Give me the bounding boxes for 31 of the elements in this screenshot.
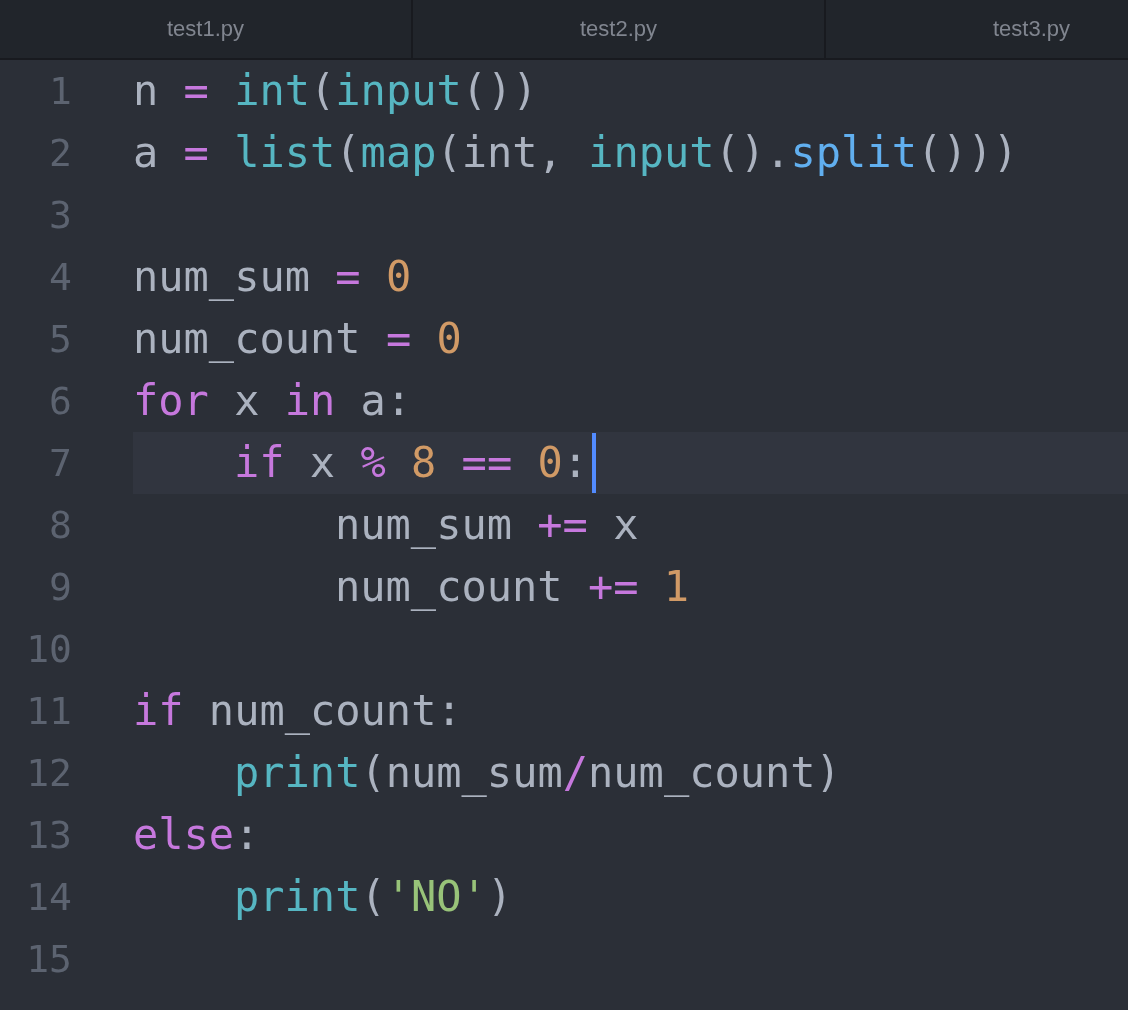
code-line: num_count = 0 [133,313,462,365]
line-number: 12 [25,751,72,795]
line-number: 13 [25,813,72,857]
code-line: print('NO') [234,871,513,923]
line-number: 10 [25,627,72,671]
code-line: if num_count: [133,685,462,737]
line-number: 14 [25,875,72,919]
line-number: 5 [48,317,72,361]
code-line: for x in a: [133,375,412,427]
line-number: 7 [48,441,72,485]
text-cursor [592,433,597,493]
line-number: 11 [25,689,72,733]
file-tab[interactable]: test3.py [826,0,1128,58]
line-number: 15 [25,937,72,981]
code-line: n = int(input()) [133,65,538,117]
line-number: 4 [48,255,72,299]
code-line: num_sum += x [335,499,639,551]
file-tab[interactable]: test1.py [0,0,413,58]
line-number: 6 [48,379,72,423]
code-line: a = list(map(int, input().split())) [133,127,1019,179]
line-number: 2 [48,131,72,175]
line-number: 9 [48,565,72,609]
file-tab[interactable]: test2.py [413,0,826,58]
code-line: else: [133,809,260,861]
code-line: print(num_sum/num_count) [234,747,841,799]
code-line: if x % 8 == 0: [234,437,589,489]
line-number: 8 [48,503,72,547]
code-line: num_count += 1 [335,561,690,613]
line-number: 3 [48,193,72,237]
line-number: 1 [48,69,72,113]
code-line: num_sum = 0 [133,251,412,303]
